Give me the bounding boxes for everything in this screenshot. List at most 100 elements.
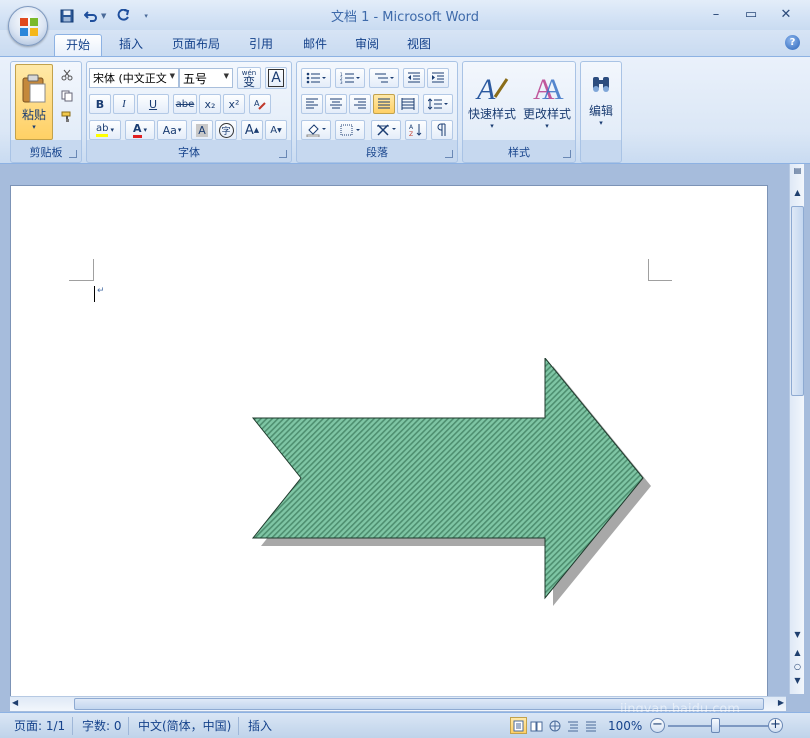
arrow-shape[interactable] — [247, 358, 659, 614]
ruler-toggle-icon[interactable]: ▤ — [790, 166, 805, 175]
web-layout-view-icon[interactable] — [546, 717, 563, 734]
close-button[interactable]: ✕ — [775, 6, 797, 24]
tab-home[interactable]: 开始 — [54, 34, 102, 56]
strikethrough-button[interactable]: abe — [173, 94, 197, 114]
scroll-left-icon[interactable]: ◀ — [12, 698, 18, 707]
tab-view[interactable]: 视图 — [396, 34, 442, 56]
insert-mode[interactable]: 插入 — [248, 717, 272, 735]
tab-mailings[interactable]: 邮件 — [292, 34, 338, 56]
document-workspace: ↵ — [0, 164, 810, 712]
paste-dropdown-icon: ▾ — [32, 122, 36, 131]
increase-indent-icon[interactable] — [427, 68, 449, 88]
multilevel-list-button[interactable] — [369, 68, 399, 88]
vertical-scroll-thumb[interactable] — [791, 206, 804, 396]
format-painter-icon[interactable] — [57, 108, 77, 126]
italic-button[interactable]: I — [113, 94, 135, 114]
paste-icon — [22, 74, 46, 102]
zoom-out-button[interactable]: − — [650, 718, 665, 733]
quick-styles-label: 快速样式 — [467, 106, 516, 121]
status-divider — [238, 717, 239, 735]
office-button[interactable] — [8, 6, 48, 46]
cut-icon[interactable] — [57, 66, 77, 84]
decrease-indent-icon[interactable] — [403, 68, 425, 88]
paragraph-launcher-icon[interactable] — [445, 150, 453, 158]
ribbon: 粘贴 ▾ 剪贴板 宋体 (中文正文) ▼ 五号 ▼ wén 变 A B I U … — [0, 56, 810, 164]
document-page[interactable]: ↵ — [10, 185, 768, 697]
copy-icon[interactable] — [57, 87, 77, 105]
shrink-font-button[interactable]: A ▼ — [265, 120, 287, 140]
font-size-select[interactable]: 五号 ▼ — [179, 68, 233, 88]
paste-button[interactable]: 粘贴 ▾ — [15, 64, 53, 140]
justify-icon[interactable] — [373, 94, 395, 114]
underline-button[interactable]: U — [137, 94, 169, 114]
quick-styles-button[interactable]: A 快速样式 ▾ — [465, 64, 519, 136]
bold-button[interactable]: B — [89, 94, 111, 114]
font-group: 宋体 (中文正文) ▼ 五号 ▼ wén 变 A B I U abe x₂ x²… — [86, 61, 292, 163]
align-right-icon[interactable] — [349, 94, 371, 114]
font-color-button[interactable]: A ▾ — [125, 120, 155, 140]
scroll-down-icon[interactable]: ▼ — [790, 630, 805, 639]
watermark-brand-cn: 经验 — [726, 674, 766, 698]
font-size-value: 五号 — [183, 71, 208, 86]
clear-format-icon[interactable]: A — [249, 94, 271, 114]
change-styles-button[interactable]: AA 更改样式 ▾ — [519, 64, 575, 136]
line-spacing-button[interactable] — [423, 94, 453, 114]
binoculars-icon — [593, 76, 609, 92]
bullets-button[interactable] — [301, 68, 331, 88]
zoom-in-button[interactable]: + — [768, 718, 783, 733]
clipboard-launcher-icon[interactable] — [69, 150, 77, 158]
superscript-button[interactable]: x² — [223, 94, 245, 114]
phonetic-guide-button[interactable]: wén 变 — [237, 67, 261, 89]
distributed-icon[interactable] — [397, 94, 419, 114]
styles-launcher-icon[interactable] — [563, 150, 571, 158]
print-layout-view-icon[interactable] — [510, 717, 527, 734]
tab-insert[interactable]: 插入 — [108, 34, 154, 56]
align-left-icon[interactable] — [301, 94, 323, 114]
next-page-icon[interactable]: ▼ — [790, 676, 805, 685]
previous-page-icon[interactable]: ▲ — [790, 648, 805, 657]
sort-icon[interactable]: AZ — [405, 120, 427, 140]
tab-review[interactable]: 审阅 — [344, 34, 390, 56]
change-case-button[interactable]: Aa ▾ — [157, 120, 187, 140]
show-marks-icon[interactable] — [431, 120, 453, 140]
edit-button[interactable]: 编辑 ▾ — [583, 64, 619, 136]
word-count[interactable]: 字数: 0 — [82, 717, 122, 735]
char-border-button[interactable]: A — [265, 67, 287, 89]
char-shading-button[interactable]: A — [191, 120, 213, 140]
edit-label: 编辑 — [588, 103, 613, 118]
select-browse-object-icon[interactable]: ○ — [790, 662, 805, 671]
paragraph-mark-icon: ↵ — [97, 286, 105, 296]
highlight-button[interactable]: ab ▾ — [89, 120, 121, 140]
numbering-button[interactable]: 123 — [335, 68, 365, 88]
maximize-button[interactable]: ▭ — [740, 6, 762, 24]
borders-button[interactable] — [335, 120, 365, 140]
page-count[interactable]: 页面: 1/1 — [14, 717, 65, 735]
font-name-select[interactable]: 宋体 (中文正文) ▼ — [89, 68, 179, 88]
full-screen-reading-icon[interactable] — [528, 717, 545, 734]
scroll-up-icon[interactable]: ▲ — [790, 188, 805, 197]
language-indicator[interactable]: 中文(简体，中国) — [138, 717, 231, 735]
zoom-slider-thumb[interactable] — [711, 718, 720, 733]
svg-text:Z: Z — [409, 131, 413, 137]
tab-page-layout[interactable]: 页面布局 — [164, 34, 228, 56]
enclose-char-button[interactable]: 字 — [215, 120, 237, 140]
outline-view-icon[interactable] — [564, 717, 581, 734]
minimize-button[interactable]: – — [705, 6, 727, 24]
align-center-icon[interactable] — [325, 94, 347, 114]
status-divider — [128, 717, 129, 735]
draft-view-icon[interactable] — [582, 717, 599, 734]
subscript-button[interactable]: x₂ — [199, 94, 221, 114]
zoom-level[interactable]: 100% — [608, 717, 642, 735]
svg-text:A: A — [542, 73, 564, 105]
shading-button[interactable] — [301, 120, 331, 140]
asian-layout-button[interactable] — [371, 120, 401, 140]
watermark-brand: Baidu — [622, 672, 689, 699]
vertical-scrollbar[interactable]: ▤ ▲ ▼ ▲ ○ ▼ — [789, 164, 804, 694]
grow-font-button[interactable]: A ▲ — [241, 120, 263, 140]
help-icon[interactable]: ? — [785, 35, 800, 50]
numbering-icon: 123 — [340, 72, 360, 84]
window-title: 文档 1 - Microsoft Word — [330, 10, 480, 25]
tab-references[interactable]: 引用 — [238, 34, 284, 56]
font-launcher-icon[interactable] — [279, 150, 287, 158]
svg-text:A: A — [475, 73, 496, 105]
